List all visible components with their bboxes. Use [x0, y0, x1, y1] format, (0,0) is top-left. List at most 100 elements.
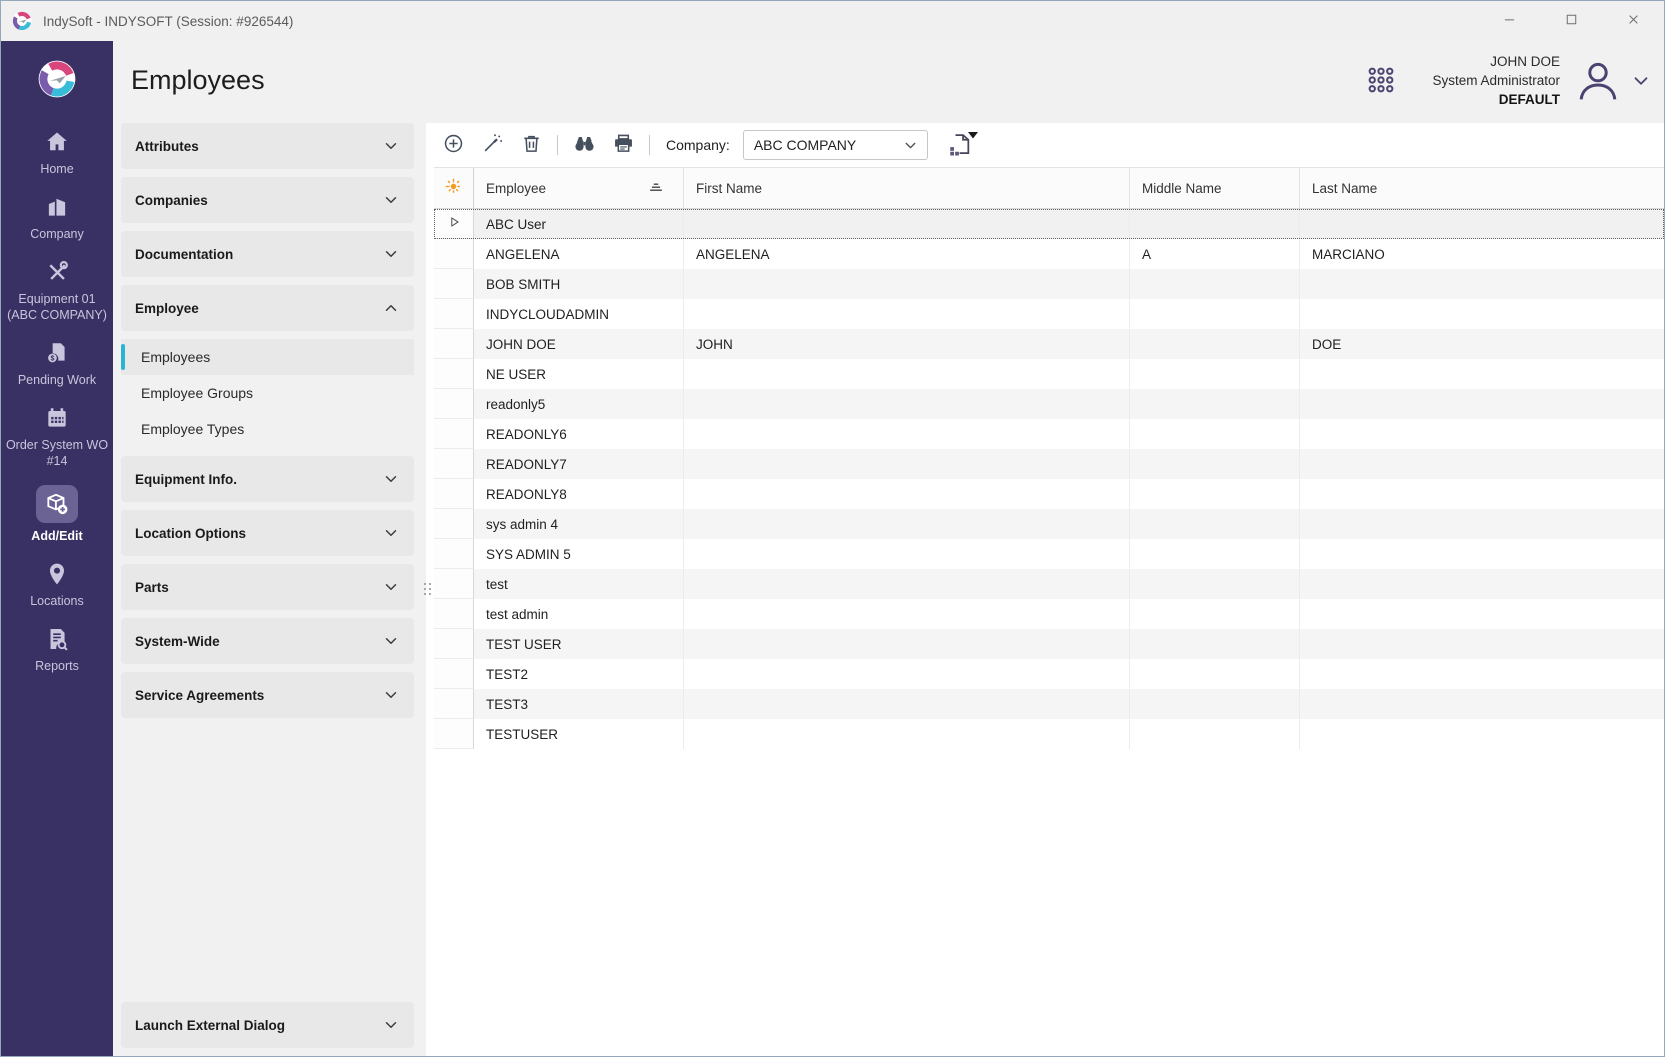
cell-employee[interactable]: READONLY6: [474, 419, 684, 449]
table-row[interactable]: READONLY8: [434, 479, 1664, 509]
cell-last-name[interactable]: [1300, 629, 1664, 659]
cell-middle-name[interactable]: [1130, 329, 1300, 359]
table-row[interactable]: test: [434, 569, 1664, 599]
cell-middle-name[interactable]: [1130, 299, 1300, 329]
cell-middle-name[interactable]: [1130, 449, 1300, 479]
column-header-last-name[interactable]: Last Name: [1300, 168, 1664, 208]
nav-item-employees[interactable]: Employees: [121, 339, 414, 375]
table-row[interactable]: TEST USER: [434, 629, 1664, 659]
cell-first-name[interactable]: [684, 689, 1130, 719]
cell-middle-name[interactable]: [1130, 659, 1300, 689]
cell-employee[interactable]: test admin: [474, 599, 684, 629]
cell-employee[interactable]: NE USER: [474, 359, 684, 389]
nav-item-employee-types[interactable]: Employee Types: [121, 411, 414, 447]
delete-button[interactable]: [518, 132, 544, 158]
cell-last-name[interactable]: [1300, 539, 1664, 569]
table-row[interactable]: JOHN DOE JOHN DOE: [434, 329, 1664, 359]
cell-last-name[interactable]: [1300, 599, 1664, 629]
cell-employee[interactable]: sys admin 4: [474, 509, 684, 539]
section-system-wide[interactable]: System-Wide: [121, 618, 414, 664]
cell-employee[interactable]: TESTUSER: [474, 719, 684, 749]
cell-last-name[interactable]: [1300, 419, 1664, 449]
table-row[interactable]: ANGELENA ANGELENA A MARCIANO: [434, 239, 1664, 269]
panel-splitter-grip[interactable]: [423, 578, 432, 600]
cell-first-name[interactable]: [684, 719, 1130, 749]
cell-employee[interactable]: TEST3: [474, 689, 684, 719]
cell-first-name[interactable]: [684, 359, 1130, 389]
cell-employee[interactable]: test: [474, 569, 684, 599]
column-header-first-name[interactable]: First Name: [684, 168, 1130, 208]
sidebar-item-reports[interactable]: Reports: [4, 625, 110, 674]
cell-first-name[interactable]: [684, 539, 1130, 569]
cell-middle-name[interactable]: [1130, 359, 1300, 389]
cell-employee[interactable]: JOHN DOE: [474, 329, 684, 359]
cell-last-name[interactable]: [1300, 359, 1664, 389]
section-equipment-info[interactable]: Equipment Info.: [121, 456, 414, 502]
cell-last-name[interactable]: [1300, 389, 1664, 419]
cell-first-name[interactable]: [684, 299, 1130, 329]
cell-last-name[interactable]: DOE: [1300, 329, 1664, 359]
sidebar-item-home[interactable]: Home: [4, 128, 110, 177]
cell-first-name[interactable]: [684, 269, 1130, 299]
table-row[interactable]: BOB SMITH: [434, 269, 1664, 299]
nav-item-employee-groups[interactable]: Employee Groups: [121, 375, 414, 411]
minimize-button[interactable]: [1478, 1, 1540, 41]
cell-middle-name[interactable]: [1130, 209, 1300, 239]
table-row[interactable]: READONLY6: [434, 419, 1664, 449]
cell-middle-name[interactable]: [1130, 389, 1300, 419]
cell-employee[interactable]: READONLY7: [474, 449, 684, 479]
cell-employee[interactable]: TEST USER: [474, 629, 684, 659]
cell-first-name[interactable]: JOHN: [684, 329, 1130, 359]
section-attributes[interactable]: Attributes: [121, 123, 414, 169]
cell-middle-name[interactable]: [1130, 599, 1300, 629]
cell-middle-name[interactable]: A: [1130, 239, 1300, 269]
cell-first-name[interactable]: [684, 209, 1130, 239]
apps-grid-icon[interactable]: [1364, 64, 1398, 98]
cell-middle-name[interactable]: [1130, 569, 1300, 599]
sidebar-item-equipment[interactable]: Equipment 01 (ABC COMPANY): [4, 258, 110, 323]
cell-last-name[interactable]: [1300, 569, 1664, 599]
cell-last-name[interactable]: [1300, 659, 1664, 689]
table-row[interactable]: READONLY7: [434, 449, 1664, 479]
table-row[interactable]: TEST3: [434, 689, 1664, 719]
cell-first-name[interactable]: [684, 449, 1130, 479]
cell-employee[interactable]: SYS ADMIN 5: [474, 539, 684, 569]
export-button[interactable]: [945, 131, 973, 159]
column-header-middle-name[interactable]: Middle Name: [1130, 168, 1300, 208]
cell-middle-name[interactable]: [1130, 539, 1300, 569]
table-row[interactable]: sys admin 4: [434, 509, 1664, 539]
cell-middle-name[interactable]: [1130, 269, 1300, 299]
company-select[interactable]: ABC COMPANY: [743, 130, 928, 160]
cell-employee[interactable]: BOB SMITH: [474, 269, 684, 299]
cell-middle-name[interactable]: [1130, 719, 1300, 749]
cell-first-name[interactable]: [684, 419, 1130, 449]
section-documentation[interactable]: Documentation: [121, 231, 414, 277]
cell-last-name[interactable]: MARCIANO: [1300, 239, 1664, 269]
table-row[interactable]: SYS ADMIN 5: [434, 539, 1664, 569]
cell-middle-name[interactable]: [1130, 689, 1300, 719]
find-button[interactable]: [571, 132, 597, 158]
cell-first-name[interactable]: [684, 509, 1130, 539]
section-service-agreements[interactable]: Service Agreements: [121, 672, 414, 718]
cell-middle-name[interactable]: [1130, 419, 1300, 449]
cell-first-name[interactable]: [684, 569, 1130, 599]
cell-last-name[interactable]: [1300, 299, 1664, 329]
sidebar-item-pending-work[interactable]: $ Pending Work: [4, 339, 110, 388]
section-employee[interactable]: Employee: [121, 285, 414, 331]
sidebar-item-add-edit[interactable]: Add/Edit: [4, 485, 110, 544]
add-button[interactable]: [440, 132, 466, 158]
section-companies[interactable]: Companies: [121, 177, 414, 223]
table-row[interactable]: NE USER: [434, 359, 1664, 389]
cell-employee[interactable]: ABC User: [474, 209, 684, 239]
cell-first-name[interactable]: [684, 599, 1130, 629]
print-button[interactable]: [610, 132, 636, 158]
cell-first-name[interactable]: [684, 479, 1130, 509]
cell-last-name[interactable]: [1300, 479, 1664, 509]
cell-employee[interactable]: INDYCLOUDADMIN: [474, 299, 684, 329]
cell-employee[interactable]: ANGELENA: [474, 239, 684, 269]
column-header-employee[interactable]: Employee: [474, 168, 684, 208]
cell-employee[interactable]: readonly5: [474, 389, 684, 419]
cell-last-name[interactable]: [1300, 509, 1664, 539]
section-location-options[interactable]: Location Options: [121, 510, 414, 556]
cell-first-name[interactable]: ANGELENA: [684, 239, 1130, 269]
